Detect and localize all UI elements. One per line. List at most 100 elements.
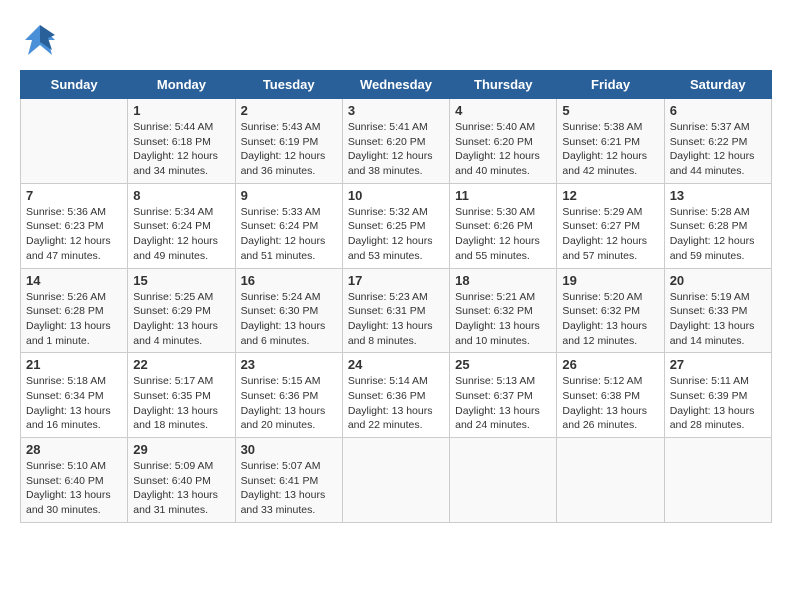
day-info: Sunrise: 5:44 AM Sunset: 6:18 PM Dayligh…: [133, 120, 229, 179]
day-number: 4: [455, 103, 551, 118]
day-cell: 19 Sunrise: 5:20 AM Sunset: 6:32 PM Dayli…: [557, 268, 664, 353]
day-cell: [557, 438, 664, 523]
day-number: 12: [562, 188, 658, 203]
day-cell: 3 Sunrise: 5:41 AM Sunset: 6:20 PM Daylig…: [342, 99, 449, 184]
day-number: 30: [241, 442, 337, 457]
day-cell: [664, 438, 771, 523]
day-number: 23: [241, 357, 337, 372]
day-number: 19: [562, 273, 658, 288]
day-info: Sunrise: 5:23 AM Sunset: 6:31 PM Dayligh…: [348, 290, 444, 349]
day-info: Sunrise: 5:38 AM Sunset: 6:21 PM Dayligh…: [562, 120, 658, 179]
day-info: Sunrise: 5:25 AM Sunset: 6:29 PM Dayligh…: [133, 290, 229, 349]
column-header-tuesday: Tuesday: [235, 71, 342, 99]
day-info: Sunrise: 5:14 AM Sunset: 6:36 PM Dayligh…: [348, 374, 444, 433]
day-cell: 20Sunrise: 5:19 AM Sunset: 6:33 PM Dayli…: [664, 268, 771, 353]
day-number: 1: [133, 103, 229, 118]
column-header-thursday: Thursday: [450, 71, 557, 99]
day-cell: 8 Sunrise: 5:34 AM Sunset: 6:24 PM Daylig…: [128, 183, 235, 268]
day-cell: 18 Sunrise: 5:21 AM Sunset: 6:32 PM Dayli…: [450, 268, 557, 353]
day-cell: 1 Sunrise: 5:44 AM Sunset: 6:18 PM Daylig…: [128, 99, 235, 184]
day-info: Sunrise: 5:09 AM Sunset: 6:40 PM Dayligh…: [133, 459, 229, 518]
day-cell: [342, 438, 449, 523]
day-cell: [450, 438, 557, 523]
day-cell: 6 Sunrise: 5:37 AM Sunset: 6:22 PM Daylig…: [664, 99, 771, 184]
day-cell: 25Sunrise: 5:13 AM Sunset: 6:37 PM Dayli…: [450, 353, 557, 438]
day-number: 11: [455, 188, 551, 203]
day-number: 9: [241, 188, 337, 203]
week-row-4: 21Sunrise: 5:18 AM Sunset: 6:34 PM Dayli…: [21, 353, 772, 438]
day-cell: 26 Sunrise: 5:12 AM Sunset: 6:38 PM Dayli…: [557, 353, 664, 438]
day-cell: 23 Sunrise: 5:15 AM Sunset: 6:36 PM Dayli…: [235, 353, 342, 438]
day-info: Sunrise: 5:12 AM Sunset: 6:38 PM Dayligh…: [562, 374, 658, 433]
day-cell: 13 Sunrise: 5:28 AM Sunset: 6:28 PM Dayli…: [664, 183, 771, 268]
day-cell: [21, 99, 128, 184]
day-number: 16: [241, 273, 337, 288]
column-header-friday: Friday: [557, 71, 664, 99]
day-number: 26: [562, 357, 658, 372]
day-info: Sunrise: 5:15 AM Sunset: 6:36 PM Dayligh…: [241, 374, 337, 433]
column-header-wednesday: Wednesday: [342, 71, 449, 99]
day-number: 14: [26, 273, 122, 288]
day-cell: 5 Sunrise: 5:38 AM Sunset: 6:21 PM Daylig…: [557, 99, 664, 184]
day-info: Sunrise: 5:43 AM Sunset: 6:19 PM Dayligh…: [241, 120, 337, 179]
week-row-5: 28Sunrise: 5:10 AM Sunset: 6:40 PM Dayli…: [21, 438, 772, 523]
day-cell: 11 Sunrise: 5:30 AM Sunset: 6:26 PM Dayli…: [450, 183, 557, 268]
day-number: 6: [670, 103, 766, 118]
day-number: 8: [133, 188, 229, 203]
day-number: 5: [562, 103, 658, 118]
day-number: 25: [455, 357, 551, 372]
day-info: Sunrise: 5:37 AM Sunset: 6:22 PM Dayligh…: [670, 120, 766, 179]
day-info: Sunrise: 5:21 AM Sunset: 6:32 PM Dayligh…: [455, 290, 551, 349]
day-cell: 15 Sunrise: 5:25 AM Sunset: 6:29 PM Dayli…: [128, 268, 235, 353]
day-number: 13: [670, 188, 766, 203]
day-info: Sunrise: 5:34 AM Sunset: 6:24 PM Dayligh…: [133, 205, 229, 264]
day-number: 21: [26, 357, 122, 372]
day-cell: 10Sunrise: 5:32 AM Sunset: 6:25 PM Dayli…: [342, 183, 449, 268]
day-info: Sunrise: 5:30 AM Sunset: 6:26 PM Dayligh…: [455, 205, 551, 264]
day-info: Sunrise: 5:29 AM Sunset: 6:27 PM Dayligh…: [562, 205, 658, 264]
page-header: [20, 20, 772, 60]
day-number: 17: [348, 273, 444, 288]
day-number: 20: [670, 273, 766, 288]
day-info: Sunrise: 5:41 AM Sunset: 6:20 PM Dayligh…: [348, 120, 444, 179]
day-cell: 16 Sunrise: 5:24 AM Sunset: 6:30 PM Dayli…: [235, 268, 342, 353]
day-number: 18: [455, 273, 551, 288]
day-cell: 28Sunrise: 5:10 AM Sunset: 6:40 PM Dayli…: [21, 438, 128, 523]
column-header-saturday: Saturday: [664, 71, 771, 99]
day-info: Sunrise: 5:17 AM Sunset: 6:35 PM Dayligh…: [133, 374, 229, 433]
day-cell: 4 Sunrise: 5:40 AM Sunset: 6:20 PM Daylig…: [450, 99, 557, 184]
day-info: Sunrise: 5:24 AM Sunset: 6:30 PM Dayligh…: [241, 290, 337, 349]
day-number: 10: [348, 188, 444, 203]
day-number: 28: [26, 442, 122, 457]
column-header-monday: Monday: [128, 71, 235, 99]
day-cell: 12 Sunrise: 5:29 AM Sunset: 6:27 PM Dayli…: [557, 183, 664, 268]
day-cell: 29 Sunrise: 5:09 AM Sunset: 6:40 PM Dayli…: [128, 438, 235, 523]
day-info: Sunrise: 5:20 AM Sunset: 6:32 PM Dayligh…: [562, 290, 658, 349]
day-info: Sunrise: 5:28 AM Sunset: 6:28 PM Dayligh…: [670, 205, 766, 264]
day-number: 3: [348, 103, 444, 118]
day-info: Sunrise: 5:11 AM Sunset: 6:39 PM Dayligh…: [670, 374, 766, 433]
week-row-2: 7 Sunrise: 5:36 AM Sunset: 6:23 PM Daylig…: [21, 183, 772, 268]
day-number: 15: [133, 273, 229, 288]
day-number: 24: [348, 357, 444, 372]
logo-bird-icon: [20, 20, 60, 60]
day-number: 29: [133, 442, 229, 457]
day-number: 27: [670, 357, 766, 372]
day-info: Sunrise: 5:33 AM Sunset: 6:24 PM Dayligh…: [241, 205, 337, 264]
week-row-3: 14Sunrise: 5:26 AM Sunset: 6:28 PM Dayli…: [21, 268, 772, 353]
day-cell: 30 Sunrise: 5:07 AM Sunset: 6:41 PM Dayli…: [235, 438, 342, 523]
day-cell: 22 Sunrise: 5:17 AM Sunset: 6:35 PM Dayli…: [128, 353, 235, 438]
calendar-header-row: SundayMondayTuesdayWednesdayThursdayFrid…: [21, 71, 772, 99]
day-info: Sunrise: 5:07 AM Sunset: 6:41 PM Dayligh…: [241, 459, 337, 518]
logo: [20, 20, 64, 60]
column-header-sunday: Sunday: [21, 71, 128, 99]
calendar-table: SundayMondayTuesdayWednesdayThursdayFrid…: [20, 70, 772, 523]
day-cell: 9 Sunrise: 5:33 AM Sunset: 6:24 PM Daylig…: [235, 183, 342, 268]
day-info: Sunrise: 5:36 AM Sunset: 6:23 PM Dayligh…: [26, 205, 122, 264]
day-number: 7: [26, 188, 122, 203]
day-cell: 17 Sunrise: 5:23 AM Sunset: 6:31 PM Dayli…: [342, 268, 449, 353]
day-info: Sunrise: 5:40 AM Sunset: 6:20 PM Dayligh…: [455, 120, 551, 179]
day-cell: 14Sunrise: 5:26 AM Sunset: 6:28 PM Dayli…: [21, 268, 128, 353]
day-cell: 21Sunrise: 5:18 AM Sunset: 6:34 PM Dayli…: [21, 353, 128, 438]
day-number: 22: [133, 357, 229, 372]
